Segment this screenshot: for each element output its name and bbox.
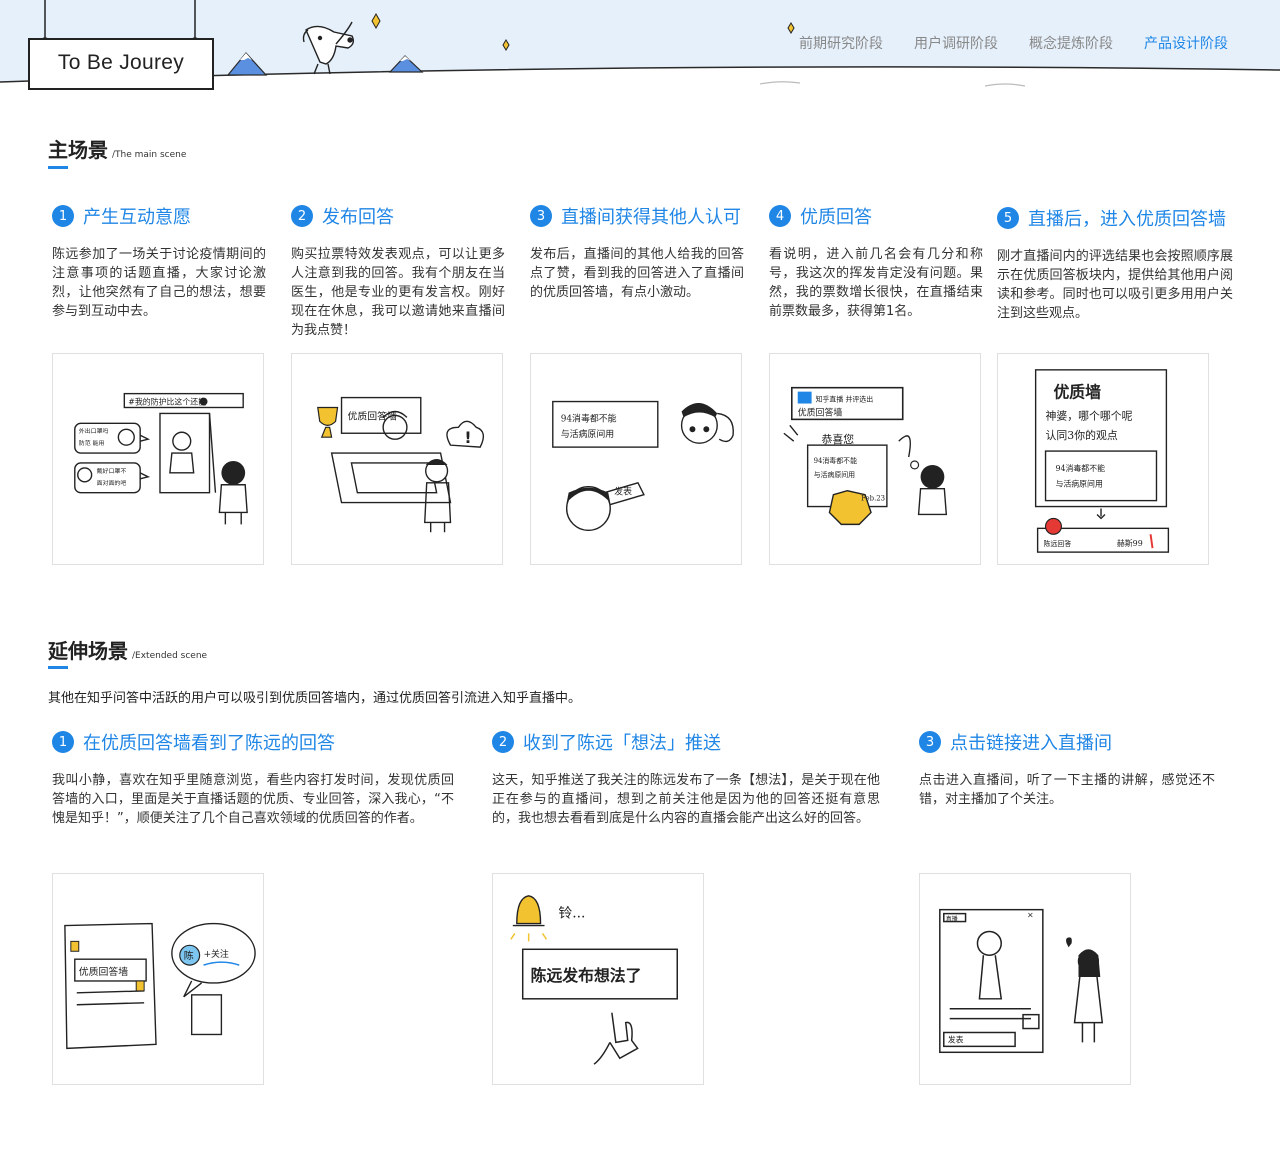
sketch-illustration: × 直播 发表 [939,908,1104,1054]
sketch-illustration: 94消毒都不能 与活病原间用 发表 [552,400,734,532]
sketch-illustration: 优质墙 神婆，哪个哪个呢 认同3你的观点 94消毒都不能 与活病原间用 陈远回答… [1034,369,1170,553]
ext-step-1: 1 在优质回答墙看到了陈远的回答 我叫小静，喜欢在知乎里随意浏览，看些内容打发时间… [52,729,454,828]
step-title: 产生互动意愿 [83,207,191,228]
sketch-text: 知乎直播 并评选出 [816,395,874,404]
ext-step-3: 3 点击链接进入直播间 点击进入直播间，听了一下主播的讲解，感觉还不错，对主播加了… [919,729,1215,809]
main-scene-title: 主场景/The main scene [48,134,186,163]
sketch-text: #我的防护比这个还能 [128,397,206,407]
extended-scene-title-text: 延伸场景 [48,639,128,663]
step-body: 看说明，进入前几名会有几分和称号，我这次的挥发肯定没有问题。果然，我的票数增长很… [769,247,983,319]
main-step-5: 5 直播后，进入优质回答墙 刚才直播间内的评选结果也会按照顺序展示在优质回答板块内… [997,205,1233,323]
sketch-card-main-4: 知乎直播 并评选出 优质回答墙 恭喜您 94消毒都不能 与活病原间用 Feb.2… [769,353,981,565]
svg-text:×: × [1027,911,1034,920]
header: To Be Jourey 前期研究阶段 用户调研阶段 概念提炼阶段 产品设计阶段 [0,0,1280,110]
step-body: 陈远参加了一场关于讨论疫情期间的注意事项的话题直播，大家讨论激烈，让他突然有了自… [52,247,266,319]
sketch-text: 恭喜您 [822,433,855,446]
step-title: 优质回答 [800,207,872,228]
sketch-text: 直播 [946,915,958,923]
main-step-1: 1 产生互动意愿 陈远参加了一场关于讨论疫情期间的注意事项的话题直播，大家讨论激烈… [52,203,266,321]
sketch-text: 陈远发布想法了 [531,966,642,985]
nav-item-research[interactable]: 前期研究阶段 [799,33,883,53]
step-body: 这天，知乎推送了我关注的陈远发布了一条【想法】，是关于现在他正在参与的直播间，想… [492,773,880,826]
extended-scene-underline [48,666,68,669]
nav-item-design[interactable]: 产品设计阶段 [1144,33,1228,53]
sketch-text: 面对面的吧 [97,479,127,487]
nav-item-concept[interactable]: 概念提炼阶段 [1029,33,1113,53]
sketch-card-main-2: ! 优质回答墙 [291,353,503,565]
sketch-text: 神婆，哪个哪个呢 [1046,408,1133,422]
heart-icon [1066,937,1072,948]
sketch-text: 陈远回答 [1044,539,1072,548]
logo-text: To Be Jourey [57,51,185,74]
step-number: 1 [52,731,74,753]
ext-step-2: 2 收到了陈远「想法」推送 这天，知乎推送了我关注的陈远发布了一条【想法】，是关于… [492,729,880,828]
extended-scene-title: 延伸场景/Extended scene [48,635,207,664]
step-title: 点击链接进入直播间 [950,733,1112,754]
step-number: 4 [769,205,791,227]
step-title: 收到了陈远「想法」推送 [523,733,721,754]
step-number: 3 [919,731,941,753]
sketch-text: Feb.23 [861,495,885,503]
step-number: 3 [530,205,552,227]
main-step-4: 4 优质回答 看说明，进入前几名会有几分和称号，我这次的挥发肯定没有问题。果然，我… [769,203,983,321]
step-body: 点击进入直播间，听了一下主播的讲解，感觉还不错，对主播加了个关注。 [919,773,1215,807]
sketch-text: +关注 [204,948,229,960]
sketch-text: 发表 [614,486,632,498]
sketch-text: 戴好口罩不 [97,467,127,475]
sketch-illustration: 优质回答墙 陈 +关注 [64,922,256,1050]
sketch-illustration: 知乎直播 并评选出 优质回答墙 恭喜您 94消毒都不能 与活病原间用 Feb.2… [783,386,948,526]
sketch-card-main-3: 94消毒都不能 与活病原间用 发表 [530,353,742,565]
step-body: 购买拉票特效发表观点，可以让更多人注意到我的回答。我有个朋友在当医生，他是专业的… [291,247,505,338]
sketch-text: 铃... [558,906,585,922]
extended-scene-desc: 其他在知乎问答中活跃的用户可以吸引到优质回答墙内，通过优质回答引流进入知乎直播中… [48,691,582,706]
extended-scene-subtitle: /Extended scene [132,651,208,661]
sketch-illustration: 铃... 陈远发布想法了 [510,895,678,1065]
step-number: 2 [492,731,514,753]
sketch-card-main-1: #我的防护比这个还能 外出口罩吗 防范 能用 戴好口罩不 面对面的吧 [52,353,264,565]
top-nav: 前期研究阶段 用户调研阶段 概念提炼阶段 产品设计阶段 [799,33,1228,53]
sketch-text: 赫斯99 [1117,538,1143,548]
sketch-text: 陈 [184,949,194,962]
logo-sign[interactable]: To Be Jourey [28,38,214,90]
sketch-illustration: #我的防护比这个还能 外出口罩吗 防范 能用 戴好口罩不 面对面的吧 [74,392,248,525]
sketch-card-ext-3: × 直播 发表 [919,873,1131,1085]
sketch-text: 外出口罩吗 [79,427,109,435]
nav-item-user-study[interactable]: 用户调研阶段 [914,33,998,53]
main-scene-subtitle: /The main scene [112,150,187,160]
svg-text:!: ! [464,428,471,447]
step-title: 发布回答 [322,207,394,228]
sketch-text: 与活病原间用 [814,470,856,479]
sketch-text: 认同3你的观点 [1046,428,1118,442]
bell-icon [516,895,542,925]
step-number: 1 [52,205,74,227]
step-title: 在优质回答墙看到了陈远的回答 [83,733,335,754]
step-title: 直播后，进入优质回答墙 [1028,209,1226,230]
step-body: 发布后，直播间的其他人给我的回答点了赞，看到我的回答进入了直播间的优质回答墙，有… [530,247,744,300]
main-step-3: 3 直播间获得其他人认可 发布后，直播间的其他人给我的回答点了赞，看到我的回答进入… [530,203,744,302]
main-scene-underline [48,166,68,169]
sketch-text: 优质回答墙 [798,406,843,418]
sketch-text: 94消毒都不能 [814,456,857,465]
step-body: 我叫小静，喜欢在知乎里随意浏览，看些内容打发时间，发现优质回答墙的入口，里面是关… [52,773,454,826]
sketch-text: 优质墙 [1053,383,1101,402]
sketch-card-ext-2: 铃... 陈远发布想法了 [492,873,704,1085]
sketch-illustration: ! 优质回答墙 [317,396,485,533]
sketch-text: 94消毒都不能 [1055,463,1105,473]
sketch-text: 优质回答墙 [79,965,129,978]
step-number: 5 [997,207,1019,229]
sketch-text: 防范 能用 [79,439,105,447]
sketch-text: 与活病原间用 [1055,479,1102,489]
main-scene-title-text: 主场景 [48,138,108,162]
sketch-text: 发表 [948,1034,964,1044]
sketch-text: 优质回答墙 [347,409,397,422]
step-number: 2 [291,205,313,227]
trophy-icon [317,406,339,426]
step-body: 刚才直播间内的评选结果也会按照顺序展示在优质回答板块内，提供给其他用户阅读和参考… [997,249,1233,321]
sketch-card-ext-1: 优质回答墙 陈 +关注 [52,873,264,1085]
sketch-text: 94消毒都不能 [561,412,617,424]
sketch-card-main-5: 优质墙 神婆，哪个哪个呢 认同3你的观点 94消毒都不能 与活病原间用 陈远回答… [997,353,1209,565]
step-title: 直播间获得其他人认可 [561,207,741,228]
main-step-2: 2 发布回答 购买拉票特效发表观点，可以让更多人注意到我的回答。我有个朋友在当医生… [291,203,505,340]
sketch-text: 与活病原间用 [561,428,614,440]
